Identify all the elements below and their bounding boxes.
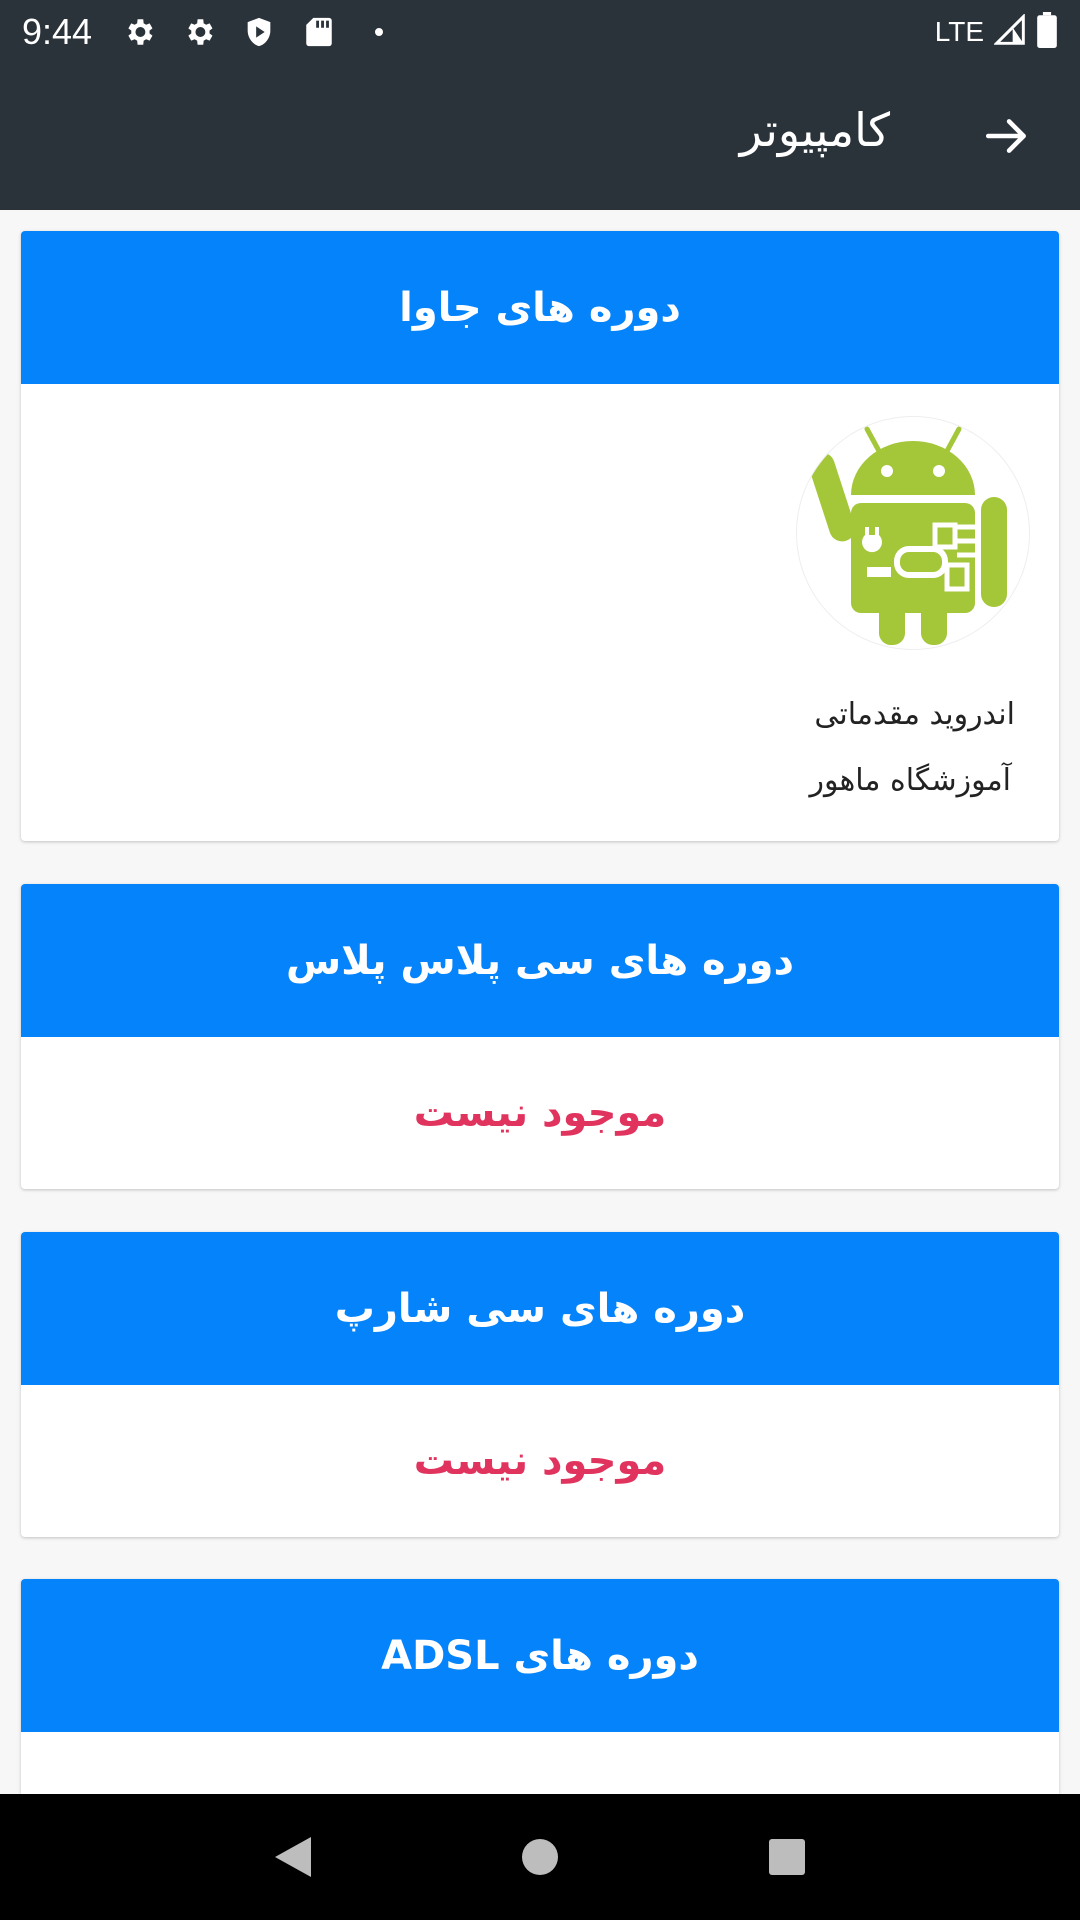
navigation-bar [0, 1794, 1080, 1920]
nav-home-button[interactable] [510, 1827, 570, 1887]
nav-back-button[interactable] [263, 1827, 323, 1887]
android-icon [808, 426, 1007, 645]
course-image[interactable] [797, 417, 1029, 649]
section-card-cpp: دوره های سی پلاس پلاس موجود نیست [21, 884, 1059, 1189]
section-header: دوره های ADSL [21, 1579, 1059, 1732]
status-notification-icons [122, 15, 396, 49]
section-card-java: دوره های جاوا اندروید مقدماتی آموزشگاه م… [21, 231, 1059, 841]
battery-icon [1036, 11, 1058, 52]
status-bar: 9:44 LTE [0, 0, 1080, 63]
course-title: اندروید مقدماتی [814, 697, 1015, 732]
home-circle-icon [521, 1839, 558, 1875]
status-time: 9:44 [22, 10, 93, 52]
sd-card-icon [302, 15, 336, 49]
course-school: آموزشگاه ماهور [809, 763, 1011, 798]
dot-icon [362, 15, 396, 49]
gear-icon [182, 15, 216, 49]
gear-icon [122, 15, 156, 49]
arrow-right-icon [985, 119, 1026, 153]
recents-square-icon [768, 1839, 805, 1875]
page-title: کامپیوتر [739, 103, 890, 157]
section-card-csharp: دوره های سی شارپ موجود نیست [21, 1232, 1059, 1537]
empty-message: موجود نیست [413, 1090, 667, 1136]
back-triangle-icon [275, 1837, 312, 1877]
section-header: دوره های سی پلاس پلاس [21, 884, 1059, 1037]
app-bar: کامپیوتر [0, 63, 1080, 210]
nav-recents-button[interactable] [757, 1827, 817, 1887]
shield-play-icon [242, 15, 276, 49]
network-type: LTE [934, 15, 984, 47]
back-button[interactable] [974, 103, 1040, 169]
section-header: دوره های سی شارپ [21, 1232, 1059, 1385]
section-card-adsl: دوره های ADSL [21, 1579, 1059, 1794]
section-header: دوره های جاوا [21, 231, 1059, 384]
empty-message: موجود نیست [413, 1438, 667, 1484]
status-system-icons: LTE [934, 11, 1058, 52]
signal-icon [993, 12, 1026, 50]
